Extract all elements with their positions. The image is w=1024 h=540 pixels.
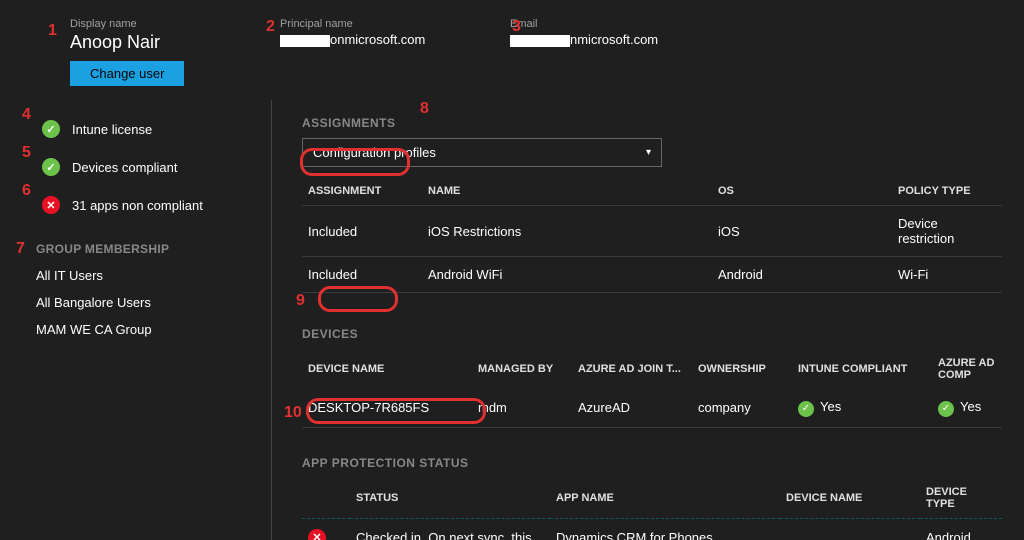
table-row[interactable]: ✕ Checked in. On next sync, this... Dyna… — [302, 518, 1002, 540]
col-device-type[interactable]: DEVICE TYPE — [920, 478, 1002, 519]
col-assignment[interactable]: ASSIGNMENT — [302, 177, 422, 206]
display-name-value: Anoop Nair — [70, 32, 260, 53]
display-name-label: Display name — [70, 18, 260, 30]
chevron-down-icon: ▾ — [646, 147, 651, 158]
email-value: nmicrosoft.com — [510, 32, 760, 47]
assignments-dropdown[interactable]: Configuration profiles ▾ — [302, 138, 662, 167]
check-icon: ✓ — [42, 158, 60, 176]
sidebar: ✓ Intune license ✓ Devices compliant ✕ 3… — [0, 100, 272, 540]
status-label: 31 apps non compliant — [72, 198, 203, 213]
principal-value: onmicrosoft.com — [280, 32, 510, 47]
table-row[interactable]: Included iOS Restrictions iOS Device res… — [302, 206, 1002, 257]
assignments-section: ASSIGNMENTS Configuration profiles ▾ ASS… — [302, 110, 1024, 293]
col-device-name[interactable]: DEVICE NAME — [780, 478, 920, 519]
app-protection-title: APP PROTECTION STATUS — [302, 456, 469, 470]
devices-title: DEVICES — [302, 327, 358, 341]
assignments-table: ASSIGNMENT NAME OS POLICY TYPE Included … — [302, 177, 1002, 293]
check-icon: ✓ — [42, 120, 60, 138]
group-item[interactable]: All IT Users — [0, 262, 271, 289]
col-ownership[interactable]: OWNERSHIP — [692, 349, 792, 389]
display-name-block: Display name Anoop Nair Change user — [0, 18, 260, 86]
col-app-name[interactable]: APP NAME — [550, 478, 780, 519]
app-protection-table: STATUS APP NAME DEVICE NAME DEVICE TYPE … — [302, 478, 1002, 540]
assignments-title: ASSIGNMENTS — [302, 116, 396, 130]
check-icon: ✓ — [938, 401, 954, 417]
col-os[interactable]: OS — [712, 177, 892, 206]
email-label: Email — [510, 18, 760, 30]
principal-label: Principal name — [280, 18, 510, 30]
status-label: Intune license — [72, 122, 152, 137]
table-row[interactable]: DESKTOP-7R685FS mdm AzureAD company ✓Yes… — [302, 389, 1002, 427]
error-icon: ✕ — [308, 529, 326, 540]
main-content: ASSIGNMENTS Configuration profiles ▾ ASS… — [272, 100, 1024, 540]
principal-name-block: Principal name onmicrosoft.com — [260, 18, 510, 86]
dropdown-value: Configuration profiles — [313, 145, 436, 160]
app-protection-section: APP PROTECTION STATUS STATUS APP NAME DE… — [302, 450, 1024, 540]
identity-header: Display name Anoop Nair Change user Prin… — [0, 0, 1024, 86]
status-intune-license: ✓ Intune license — [0, 110, 271, 148]
group-item[interactable]: MAM WE CA Group — [0, 316, 271, 343]
error-icon: ✕ — [42, 196, 60, 214]
status-apps-noncompliant: ✕ 31 apps non compliant — [0, 186, 271, 224]
redaction-bar — [280, 35, 330, 47]
email-block: Email nmicrosoft.com — [510, 18, 760, 86]
devices-table: DEVICE NAME MANAGED BY AZURE AD JOIN T..… — [302, 349, 1002, 428]
col-name[interactable]: NAME — [422, 177, 712, 206]
change-user-button[interactable]: Change user — [70, 61, 184, 86]
redaction-bar — [510, 35, 570, 47]
col-intune-compliant[interactable]: INTUNE COMPLIANT — [792, 349, 932, 389]
group-item[interactable]: All Bangalore Users — [0, 289, 271, 316]
check-icon: ✓ — [798, 401, 814, 417]
status-devices-compliant: ✓ Devices compliant — [0, 148, 271, 186]
col-azure-compliant[interactable]: AZURE AD COMP — [932, 349, 1002, 389]
col-status[interactable]: STATUS — [350, 478, 550, 519]
col-policy[interactable]: POLICY TYPE — [892, 177, 1002, 206]
status-label: Devices compliant — [72, 160, 178, 175]
col-managed-by[interactable]: MANAGED BY — [472, 349, 572, 389]
devices-section: DEVICES DEVICE NAME MANAGED BY AZURE AD … — [302, 321, 1024, 428]
col-azure-join[interactable]: AZURE AD JOIN T... — [572, 349, 692, 389]
table-row[interactable]: Included Android WiFi Android Wi-Fi — [302, 257, 1002, 293]
col-device-name[interactable]: DEVICE NAME — [302, 349, 472, 389]
group-membership-header: GROUP MEMBERSHIP — [0, 224, 271, 262]
